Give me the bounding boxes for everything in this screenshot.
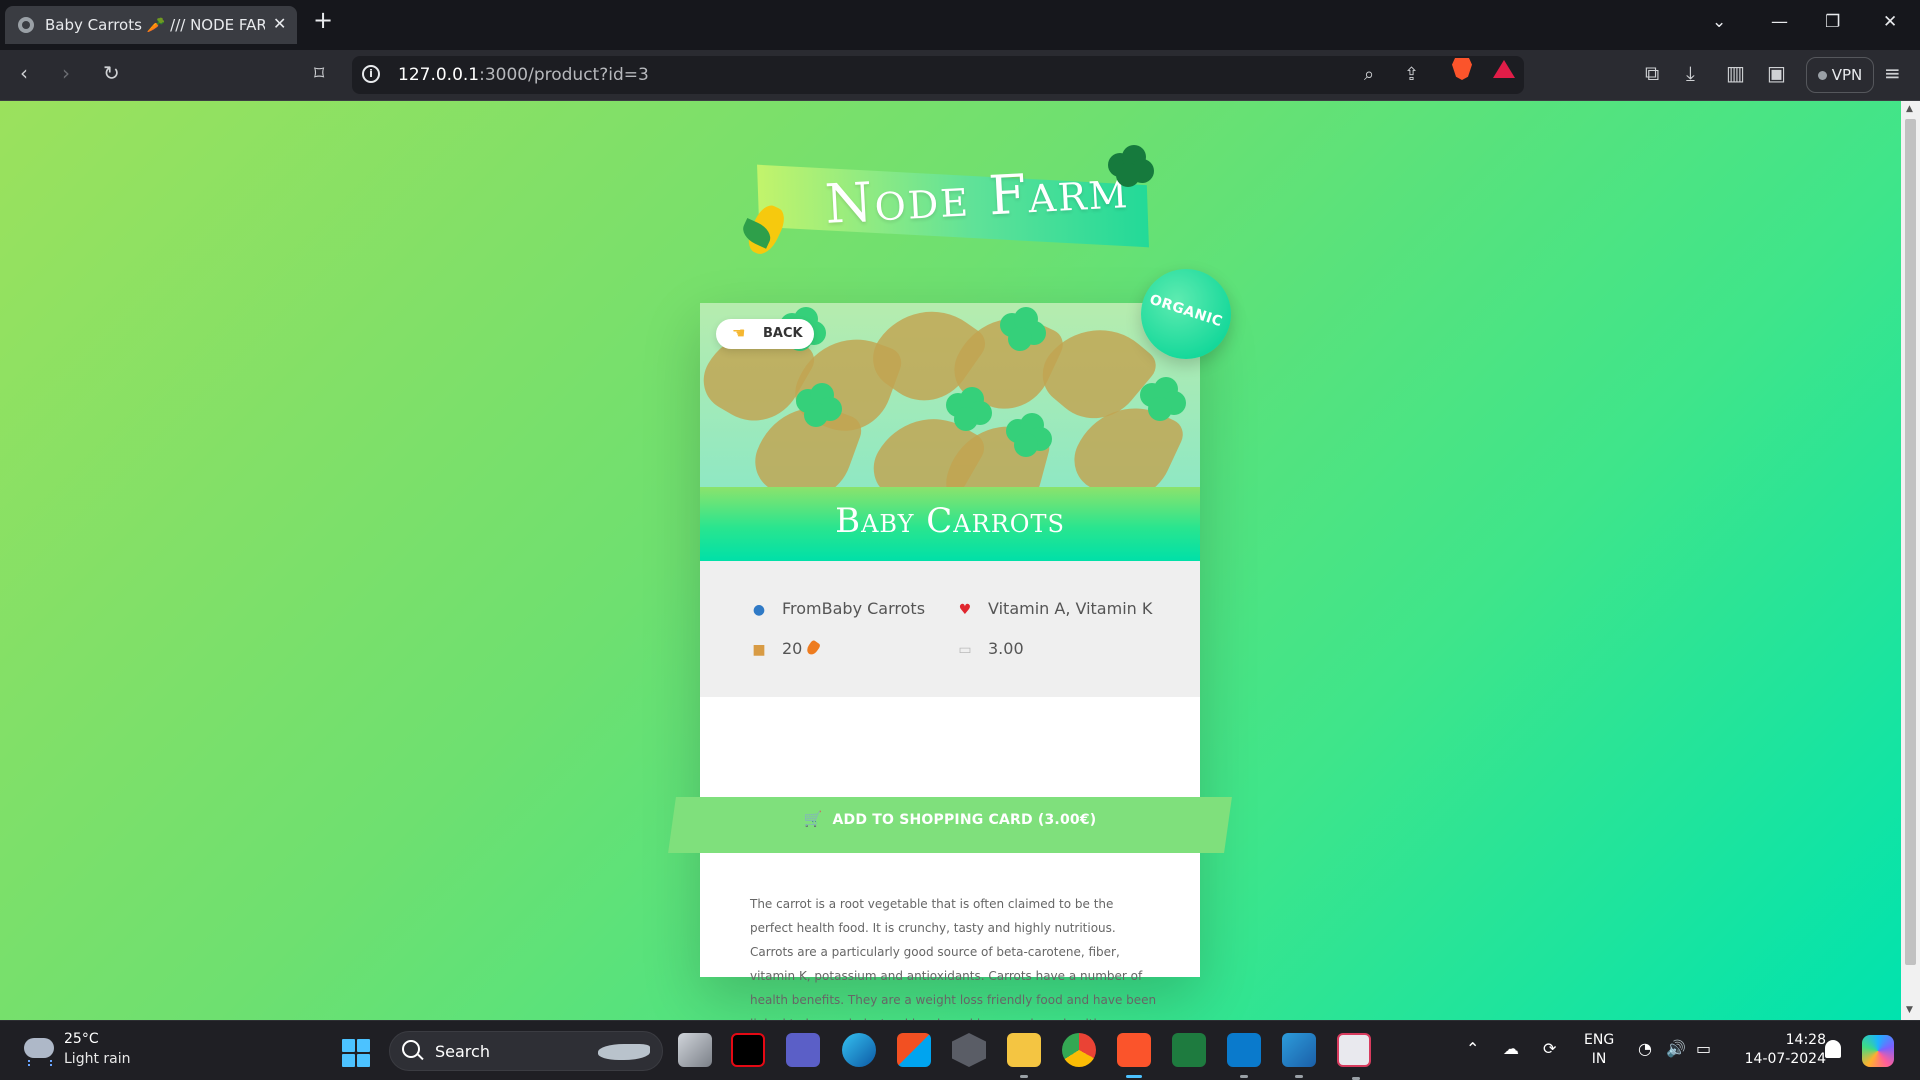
- tab-title: Baby Carrots 🥕 /// NODE FARM: [45, 16, 265, 34]
- back-arrow-icon[interactable]: ‹: [20, 63, 28, 83]
- organic-badge: ORGANIC: [1141, 269, 1231, 359]
- vscode-icon[interactable]: [1227, 1033, 1261, 1078]
- page-viewport: Node Farm ☚ BACK Baby Carrots ● FromBaby…: [0, 101, 1901, 1020]
- onedrive-icon[interactable]: ☁: [1503, 1039, 1519, 1058]
- product-title: Baby Carrots: [835, 501, 1065, 541]
- zoom-icon[interactable]: ⌕: [1364, 64, 1374, 85]
- product-hero-image: ☚ BACK: [700, 303, 1200, 487]
- price-text: 3.00: [988, 639, 1024, 658]
- url-path: :3000/product?id=3: [479, 65, 649, 85]
- battery-icon[interactable]: ▭: [1696, 1039, 1711, 1058]
- restore-button[interactable]: ❐: [1825, 12, 1840, 32]
- product-description: The carrot is a root vegetable that is o…: [750, 897, 1157, 1020]
- extensions-icon[interactable]: ⧉: [1645, 63, 1659, 83]
- start-button[interactable]: [342, 1039, 370, 1067]
- snipping-tool-icon[interactable]: [1337, 1033, 1371, 1080]
- organic-label: ORGANIC: [1147, 291, 1225, 331]
- close-window-button[interactable]: ✕: [1883, 12, 1897, 32]
- product-details: ● FromBaby Carrots ♥ Vitamin A, Vitamin K …: [700, 561, 1200, 697]
- search-label: Search: [435, 1042, 490, 1061]
- region-code: IN: [1591, 1051, 1607, 1067]
- carrot-icon: [805, 639, 822, 657]
- globe-icon: ●: [752, 602, 766, 618]
- unity-icon[interactable]: [952, 1033, 986, 1067]
- task-view-icon[interactable]: [678, 1033, 712, 1067]
- minimize-button[interactable]: —: [1771, 12, 1788, 32]
- origin-text: FromBaby Carrots: [782, 599, 926, 618]
- clock-date: 14-07-2024: [1744, 1051, 1826, 1067]
- price-tag-icon: ▭: [958, 642, 972, 658]
- shark-highlight-icon: [598, 1044, 650, 1060]
- vpn-button[interactable]: VPN: [1806, 57, 1874, 93]
- downloads-icon[interactable]: ⤓: [1686, 63, 1695, 83]
- forward-arrow-icon[interactable]: ›: [62, 63, 70, 83]
- clock-time: 14:28: [1785, 1032, 1826, 1048]
- brave-icon[interactable]: [1117, 1033, 1151, 1078]
- page-scrollbar[interactable]: ▲ ▼: [1901, 101, 1920, 1020]
- new-tab-button[interactable]: +: [313, 8, 333, 32]
- sync-icon[interactable]: ⟳: [1543, 1039, 1556, 1058]
- cart-icon: 🛒: [803, 810, 823, 828]
- back-label: BACK: [763, 326, 803, 341]
- weather-description: Light rain: [64, 1051, 131, 1067]
- store-icon[interactable]: [897, 1033, 931, 1067]
- chrome-icon[interactable]: [1062, 1033, 1096, 1067]
- product-nutrients: ♥ Vitamin A, Vitamin K: [956, 599, 1153, 618]
- taskbar-search[interactable]: Search: [389, 1031, 663, 1071]
- wifi-icon[interactable]: ◔: [1638, 1039, 1652, 1058]
- netflix-icon[interactable]: [731, 1033, 765, 1067]
- title-band: Baby Carrots: [700, 487, 1200, 561]
- site-logo[interactable]: Node Farm: [742, 145, 1154, 259]
- brave-rewards-icon[interactable]: [1493, 60, 1515, 78]
- nutrients-text: Vitamin A, Vitamin K: [988, 599, 1153, 618]
- share-icon[interactable]: ⇪: [1404, 64, 1419, 85]
- search-icon: [402, 1040, 420, 1058]
- language-code: ENG: [1584, 1032, 1615, 1048]
- browser-toolbar: ‹ › ↻ ⌑ i 127.0.0.1:3000/product?id=3 ⌕ …: [0, 50, 1920, 101]
- url-host: 127.0.0.1: [398, 65, 480, 85]
- file-explorer-icon[interactable]: [1007, 1033, 1041, 1078]
- scroll-up-icon[interactable]: ▲: [1906, 104, 1913, 114]
- product-quantity: ■ 20: [750, 639, 822, 658]
- weather-temperature: 25°C: [64, 1031, 99, 1047]
- paint-icon[interactable]: [1282, 1033, 1316, 1078]
- edge-icon[interactable]: [842, 1033, 876, 1067]
- tab-search-chevron-icon[interactable]: ⌄: [1712, 12, 1726, 32]
- sidebar-icon[interactable]: ▥: [1726, 63, 1745, 83]
- close-tab-icon[interactable]: ✕: [273, 14, 286, 33]
- system-clock[interactable]: 14:28 14-07-2024: [1736, 1031, 1826, 1069]
- browser-tab[interactable]: Baby Carrots 🥕 /// NODE FARM ✕: [5, 6, 297, 44]
- scroll-thumb[interactable]: [1905, 119, 1916, 965]
- address-bar[interactable]: i 127.0.0.1:3000/product?id=3 ⌕ ⇪: [352, 56, 1524, 94]
- broccoli-icon: [1106, 145, 1154, 193]
- heart-icon: ♥: [958, 602, 972, 618]
- wallet-icon[interactable]: ▣: [1767, 63, 1786, 83]
- product-origin: ● FromBaby Carrots: [750, 599, 925, 618]
- url-text[interactable]: 127.0.0.1:3000/product?id=3: [398, 65, 649, 85]
- language-indicator[interactable]: ENG IN: [1584, 1031, 1614, 1069]
- add-to-cart-button[interactable]: 🛒 ADD TO SHOPPING CARD (3.00€): [700, 810, 1200, 828]
- back-button[interactable]: ☚ BACK: [716, 319, 814, 349]
- product-card: ☚ BACK Baby Carrots ● FromBaby Carrots ♥ V…: [668, 303, 1232, 1020]
- volume-icon[interactable]: 🔊: [1666, 1039, 1686, 1058]
- site-info-icon[interactable]: i: [362, 65, 380, 83]
- scroll-down-icon[interactable]: ▼: [1906, 1005, 1913, 1015]
- bookmark-icon[interactable]: ⌑: [314, 63, 324, 83]
- menu-icon[interactable]: ≡: [1884, 63, 1901, 83]
- notification-bell-icon[interactable]: [1825, 1040, 1841, 1058]
- teams-icon[interactable]: [786, 1033, 820, 1067]
- globe-icon: [18, 17, 34, 33]
- taskbar: 25°C Light rain Search ⌃ ☁ ⟳ ENG IN ◔ 🔊 …: [0, 1020, 1920, 1080]
- browser-tab-strip: Baby Carrots 🥕 /// NODE FARM ✕ + ⌄ — ❐ ✕: [0, 0, 1920, 50]
- copilot-icon[interactable]: [1862, 1035, 1894, 1067]
- classroom-icon[interactable]: [1172, 1033, 1206, 1067]
- product-price: ▭ 3.00: [956, 639, 1024, 658]
- pointing-hand-icon: ☚: [732, 324, 746, 342]
- quantity-text: 20: [782, 639, 803, 658]
- package-icon: ■: [752, 642, 766, 658]
- cart-label: ADD TO SHOPPING CARD (3.00€): [832, 812, 1097, 828]
- rain-cloud-icon: [24, 1038, 54, 1066]
- tray-overflow-icon[interactable]: ⌃: [1466, 1039, 1479, 1058]
- reload-icon[interactable]: ↻: [103, 63, 120, 83]
